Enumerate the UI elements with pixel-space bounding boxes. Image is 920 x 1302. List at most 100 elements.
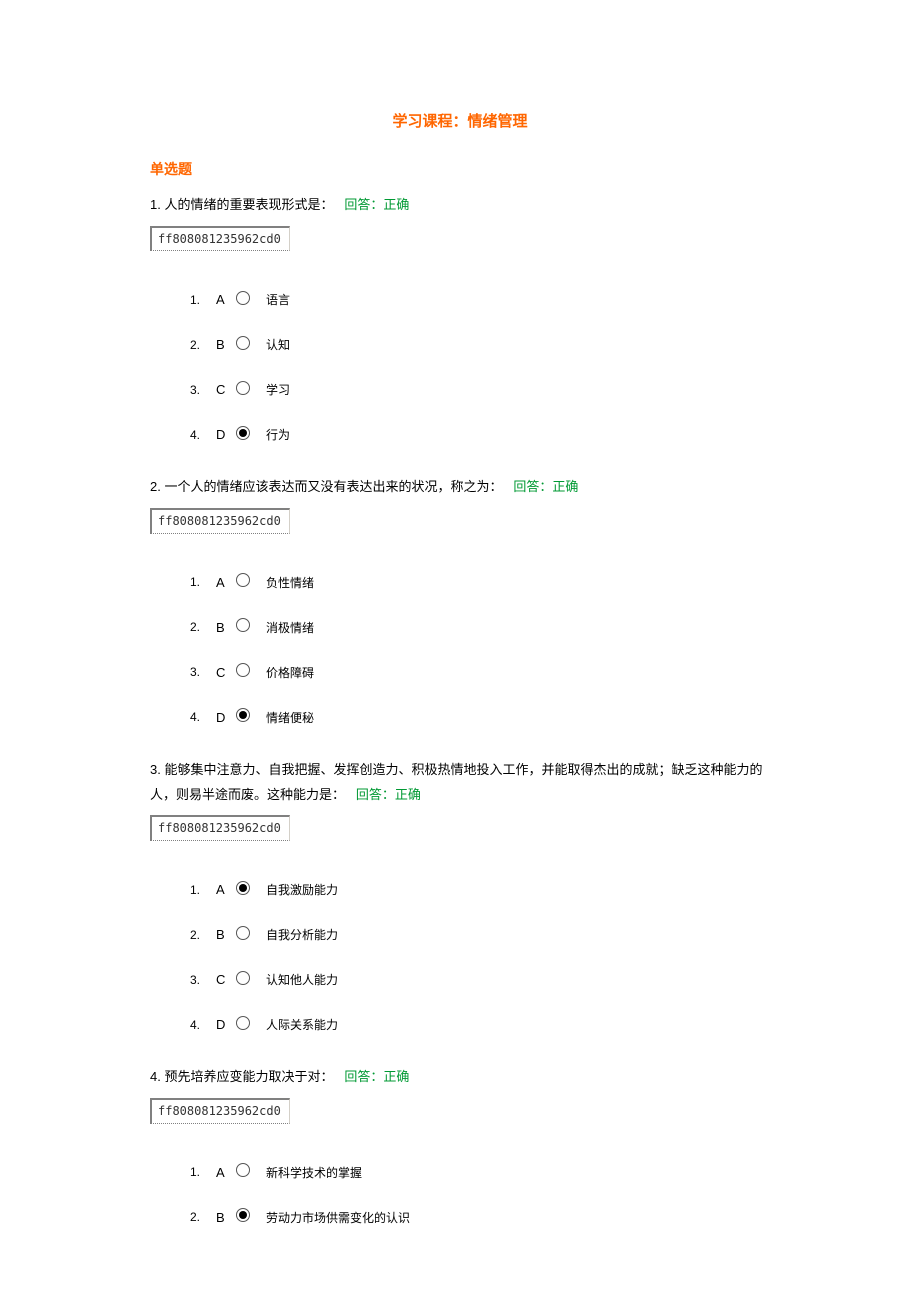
radio-icon[interactable] (236, 291, 256, 305)
option-letter: D (216, 1017, 236, 1032)
option-row[interactable]: 2. B 消极情绪 (190, 605, 770, 650)
page-title: 学习课程：情绪管理 (150, 110, 770, 131)
option-label: 自我激励能力 (266, 881, 338, 898)
option-letter: B (216, 620, 236, 635)
answer-status: 回答：正确 (344, 1069, 409, 1084)
option-letter: B (216, 337, 236, 352)
option-label: 人际关系能力 (266, 1016, 338, 1033)
question-block: 1. 人的情绪的重要表现形式是： 回答：正确 ff808081235962cd0… (150, 193, 770, 457)
option-row[interactable]: 4. D 情绪便秘 (190, 695, 770, 740)
code-box: ff808081235962cd0 (150, 815, 290, 841)
code-box: ff808081235962cd0 (150, 226, 290, 252)
question-text: 4. 预先培养应变能力取决于对： 回答：正确 (150, 1065, 770, 1090)
option-index: 1. (190, 1165, 216, 1179)
option-label: 语言 (266, 291, 290, 308)
radio-icon[interactable] (236, 971, 256, 985)
option-label: 新科学技术的掌握 (266, 1164, 362, 1181)
option-letter: C (216, 382, 236, 397)
question-number: 2. (150, 479, 161, 494)
question-block: 2. 一个人的情绪应该表达而又没有表达出来的状况，称之为： 回答：正确 ff80… (150, 475, 770, 739)
option-label: 行为 (266, 426, 290, 443)
question-number: 3. (150, 762, 161, 777)
option-letter: D (216, 710, 236, 725)
option-letter: A (216, 292, 236, 307)
option-index: 2. (190, 1210, 216, 1224)
answer-status: 回答：正确 (513, 479, 578, 494)
option-letter: A (216, 575, 236, 590)
option-index: 3. (190, 973, 216, 987)
option-label: 劳动力市场供需变化的认识 (266, 1209, 410, 1226)
option-row[interactable]: 3. C 价格障碍 (190, 650, 770, 695)
option-index: 2. (190, 338, 216, 352)
option-row[interactable]: 2. B 自我分析能力 (190, 912, 770, 957)
option-index: 3. (190, 665, 216, 679)
option-row[interactable]: 2. B 认知 (190, 322, 770, 367)
radio-icon[interactable] (236, 1016, 256, 1030)
option-letter: D (216, 427, 236, 442)
radio-icon[interactable] (236, 618, 256, 632)
option-row[interactable]: 3. C 学习 (190, 367, 770, 412)
question-block: 3. 能够集中注意力、自我把握、发挥创造力、积极热情地投入工作，并能取得杰出的成… (150, 758, 770, 1047)
radio-icon[interactable] (236, 708, 256, 722)
question-text: 1. 人的情绪的重要表现形式是： 回答：正确 (150, 193, 770, 218)
question-number: 4. (150, 1069, 161, 1084)
question-block: 4. 预先培养应变能力取决于对： 回答：正确 ff808081235962cd0… (150, 1065, 770, 1239)
option-index: 1. (190, 293, 216, 307)
options-list: 1. A 自我激励能力 2. B 自我分析能力 3. C 认知他人能力 4. D (190, 867, 770, 1047)
question-body: 人的情绪的重要表现形式是： (164, 197, 333, 212)
option-label: 自我分析能力 (266, 926, 338, 943)
option-index: 4. (190, 428, 216, 442)
radio-icon[interactable] (236, 336, 256, 350)
question-body: 一个人的情绪应该表达而又没有表达出来的状况，称之为： (164, 479, 502, 494)
option-row[interactable]: 1. A 新科学技术的掌握 (190, 1150, 770, 1195)
option-letter: A (216, 882, 236, 897)
option-label: 价格障碍 (266, 664, 314, 681)
options-list: 1. A 新科学技术的掌握 2. B 劳动力市场供需变化的认识 (190, 1150, 770, 1240)
radio-icon[interactable] (236, 381, 256, 395)
radio-icon[interactable] (236, 881, 256, 895)
radio-icon[interactable] (236, 426, 256, 440)
option-label: 情绪便秘 (266, 709, 314, 726)
answer-status: 回答：正确 (344, 197, 409, 212)
question-text: 3. 能够集中注意力、自我把握、发挥创造力、积极热情地投入工作，并能取得杰出的成… (150, 758, 770, 807)
option-letter: B (216, 927, 236, 942)
question-body: 能够集中注意力、自我把握、发挥创造力、积极热情地投入工作，并能取得杰出的成就；缺… (150, 762, 762, 802)
option-index: 3. (190, 383, 216, 397)
option-label: 消极情绪 (266, 619, 314, 636)
option-row[interactable]: 1. A 负性情绪 (190, 560, 770, 605)
options-list: 1. A 语言 2. B 认知 3. C 学习 4. D 行为 (190, 277, 770, 457)
radio-icon[interactable] (236, 663, 256, 677)
options-list: 1. A 负性情绪 2. B 消极情绪 3. C 价格障碍 4. D (190, 560, 770, 740)
option-row[interactable]: 4. D 行为 (190, 412, 770, 457)
option-letter: C (216, 972, 236, 987)
code-box: ff808081235962cd0 (150, 1098, 290, 1124)
radio-icon[interactable] (236, 926, 256, 940)
option-row[interactable]: 3. C 认知他人能力 (190, 957, 770, 1002)
code-box: ff808081235962cd0 (150, 508, 290, 534)
option-row[interactable]: 2. B 劳动力市场供需变化的认识 (190, 1195, 770, 1240)
option-label: 认知他人能力 (266, 971, 338, 988)
option-index: 1. (190, 575, 216, 589)
option-index: 4. (190, 1018, 216, 1032)
option-letter: C (216, 665, 236, 680)
radio-icon[interactable] (236, 1208, 256, 1222)
question-body: 预先培养应变能力取决于对： (164, 1069, 333, 1084)
option-row[interactable]: 1. A 语言 (190, 277, 770, 322)
option-index: 2. (190, 928, 216, 942)
radio-icon[interactable] (236, 1163, 256, 1177)
option-label: 认知 (266, 336, 290, 353)
option-row[interactable]: 4. D 人际关系能力 (190, 1002, 770, 1047)
option-index: 1. (190, 883, 216, 897)
answer-status: 回答：正确 (356, 787, 421, 802)
option-letter: A (216, 1165, 236, 1180)
question-number: 1. (150, 197, 161, 212)
option-row[interactable]: 1. A 自我激励能力 (190, 867, 770, 912)
section-heading: 单选题 (150, 159, 770, 179)
option-label: 负性情绪 (266, 574, 314, 591)
radio-icon[interactable] (236, 573, 256, 587)
page-root: 学习课程：情绪管理 单选题 1. 人的情绪的重要表现形式是： 回答：正确 ff8… (0, 0, 920, 1298)
option-label: 学习 (266, 381, 290, 398)
question-text: 2. 一个人的情绪应该表达而又没有表达出来的状况，称之为： 回答：正确 (150, 475, 770, 500)
option-letter: B (216, 1210, 236, 1225)
option-index: 2. (190, 620, 216, 634)
